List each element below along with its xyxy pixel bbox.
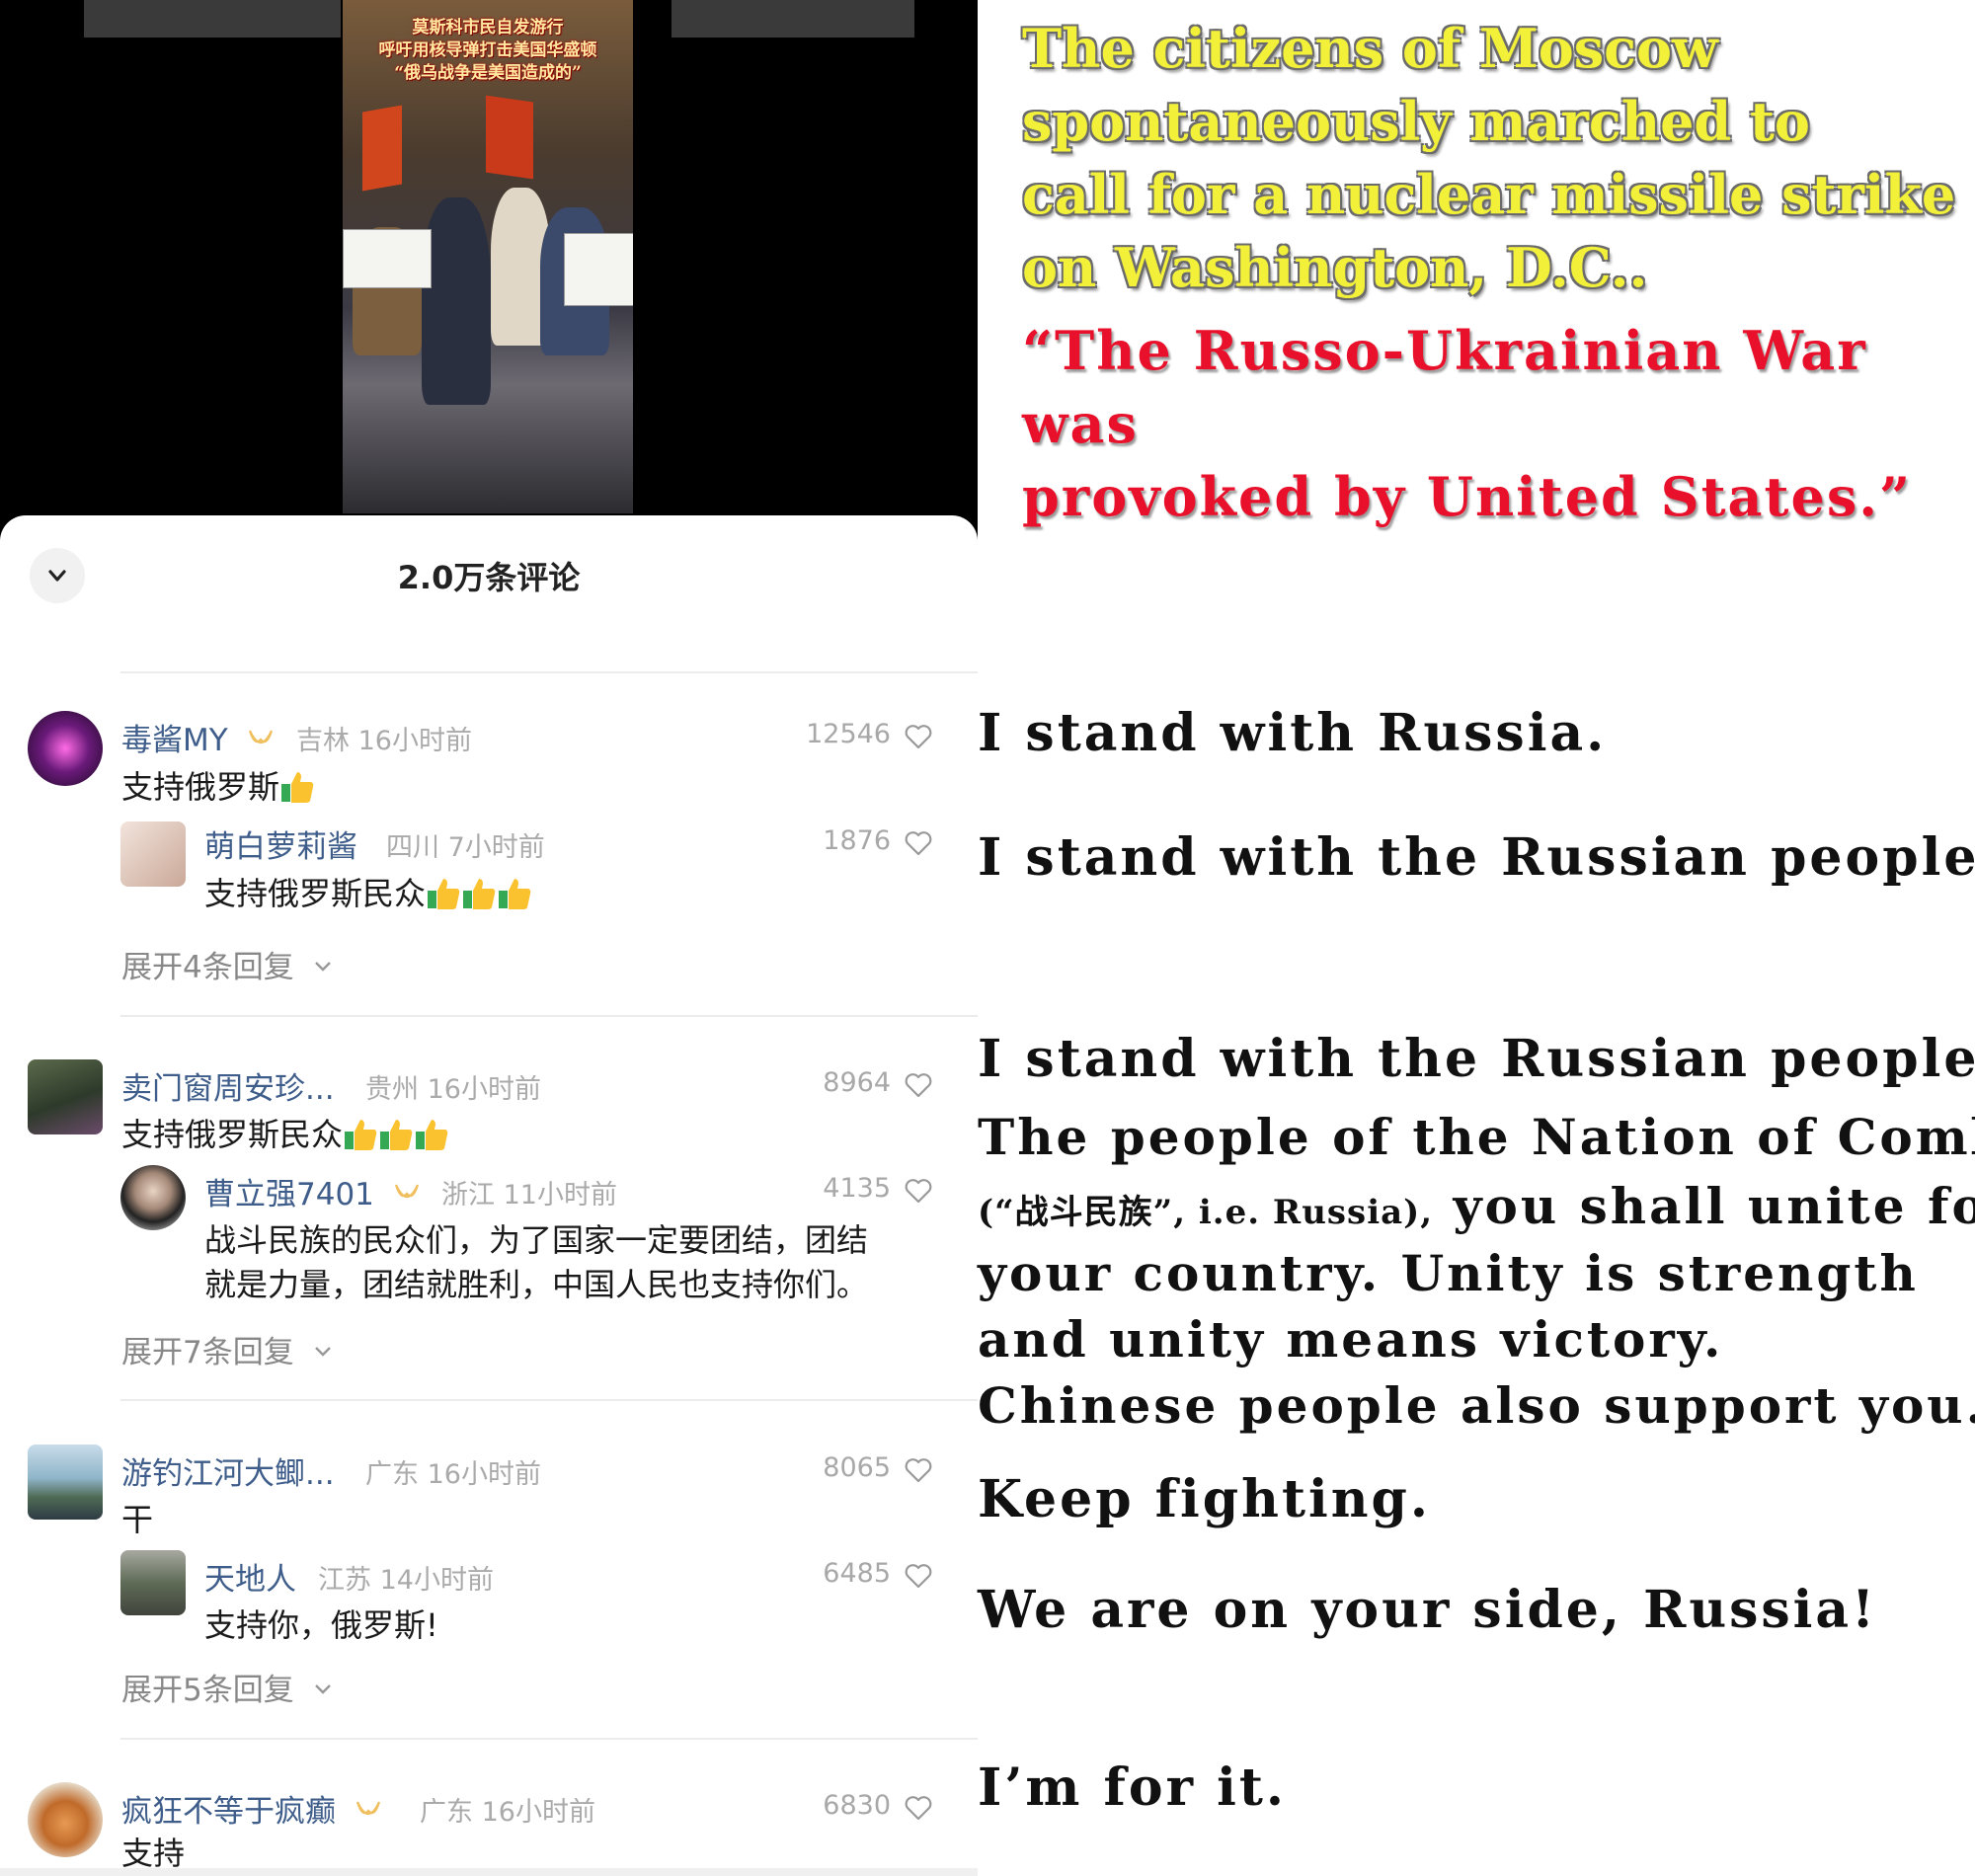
comment-meta: 贵州 16小时前 <box>365 1074 541 1105</box>
like-count: 6830 <box>823 1790 891 1821</box>
chevron-down-icon <box>314 1347 331 1357</box>
translation-reply-2-line: Chinese people also support you. <box>978 1376 1975 1435</box>
translation-reply-2-line: your country. Unity is strength <box>978 1244 1919 1302</box>
reply-meta: 江苏 14小时前 <box>318 1565 494 1596</box>
comment-meta: 吉林 16小时前 <box>296 726 472 756</box>
comment-text: 支持俄罗斯 <box>121 765 315 809</box>
flag-shape <box>362 105 402 192</box>
reply-text-line: 就是力量，团结就胜利，中国人民也支持你们。 <box>204 1266 869 1303</box>
reply-username[interactable]: 天地人 <box>204 1554 296 1599</box>
video-caption-line-3: “俄乌战争是美国造成的” <box>394 63 582 83</box>
avatar[interactable] <box>28 1445 103 1520</box>
like-count: 4135 <box>823 1173 891 1204</box>
reply-username[interactable]: 曹立强7401 <box>204 1169 422 1213</box>
fan-badge-icon <box>248 730 273 744</box>
thumbs-up-icon <box>378 1118 414 1151</box>
translation-reply-2-line: (“战斗民族”, i.e. Russia), you shall unite f… <box>978 1177 1975 1235</box>
divider <box>120 1738 978 1740</box>
fan-badge-icon <box>394 1184 419 1199</box>
like-count: 8964 <box>823 1067 891 1098</box>
comment-meta: 广东 16小时前 <box>365 1459 541 1490</box>
comment-text: 干 <box>121 1501 154 1538</box>
heart-icon[interactable] <box>904 828 933 858</box>
expand-replies-link[interactable]: 展开7条回复 <box>121 1327 336 1371</box>
divider <box>120 671 978 673</box>
thumbs-up-icon <box>414 1118 449 1151</box>
like-count: 1876 <box>823 825 891 856</box>
divider <box>120 1015 978 1017</box>
reply-text-line: 战斗民族的民众们，为了国家一定要团结，团结 <box>204 1221 869 1259</box>
headline-line: on Washington, D.C.. <box>1022 236 1648 299</box>
chevron-down-icon <box>314 962 331 972</box>
video-player[interactable]: 莫斯科市民自发游行 呼吁用核导弹打击美国华盛顿 “俄乌战争是美国造成的” <box>0 0 978 553</box>
headline-line: call for a nuclear missile strike <box>1022 163 1956 226</box>
translation-reply-2-line: The people of the Nation of Combat <box>978 1108 1975 1166</box>
like-count: 12546 <box>806 719 891 749</box>
comment-username[interactable]: 毒酱MY <box>121 715 276 759</box>
reply-avatar[interactable] <box>120 1550 186 1615</box>
heart-icon[interactable] <box>904 1455 933 1485</box>
reply-avatar[interactable] <box>120 1165 186 1230</box>
heart-icon[interactable] <box>904 1561 933 1591</box>
comment-username[interactable]: 疯狂不等于疯癫 <box>121 1786 383 1831</box>
translation-reply-2-line: and unity means victory. <box>978 1310 1724 1368</box>
translation-reply-3: We are on your side, Russia! <box>978 1580 1877 1640</box>
heart-icon[interactable] <box>904 1070 933 1100</box>
translation-comment-4: I’m for it. <box>978 1758 1287 1818</box>
crowd-person <box>422 197 491 405</box>
video-caption-line-1: 莫斯科市民自发游行 <box>412 18 564 38</box>
blurred-header-right <box>672 0 914 38</box>
reply-username[interactable]: 萌白萝莉酱 <box>204 821 357 866</box>
comment-count-title: 2.0万条评论 <box>397 559 581 596</box>
heart-icon[interactable] <box>904 1176 933 1206</box>
translation-comment-1: I stand with Russia. <box>978 703 1608 763</box>
thumbs-up-icon <box>343 1118 378 1151</box>
reply-meta: 浙江 11小时前 <box>441 1180 617 1211</box>
headline-translation: The citizens of Moscow spontaneously mar… <box>1022 12 1960 304</box>
heart-icon[interactable] <box>904 1793 933 1823</box>
headline-line: The citizens of Moscow <box>1022 17 1718 80</box>
translation-comment-2: I stand with the Russian people. <box>978 1029 1975 1089</box>
avatar[interactable] <box>28 1059 103 1134</box>
divider <box>120 1399 978 1401</box>
comment-meta: 广东 16小时前 <box>420 1797 595 1828</box>
thumbs-up-icon <box>426 877 461 910</box>
quote-line: “The Russo-Ukrainian War was <box>1022 319 1867 455</box>
reply-text: 支持俄罗斯民众 <box>204 872 532 915</box>
thumbs-up-icon <box>497 877 532 910</box>
expand-replies-link[interactable]: 展开4条回复 <box>121 942 336 986</box>
video-caption-line-2: 呼吁用核导弹打击美国华盛顿 <box>378 40 597 60</box>
like-count: 8065 <box>823 1452 891 1483</box>
protest-placard <box>343 229 432 288</box>
heart-icon[interactable] <box>904 722 933 751</box>
fan-badge-icon <box>356 1801 380 1816</box>
expand-replies-link[interactable]: 展开5条回复 <box>121 1665 336 1709</box>
thumbs-up-icon <box>461 877 497 910</box>
quote-translation: “The Russo-Ukrainian War was provoked by… <box>1022 314 1960 533</box>
thumbs-up-icon <box>279 770 315 804</box>
avatar[interactable] <box>28 1782 103 1857</box>
translation-reply-1: I stand with the Russian people. <box>978 827 1975 888</box>
bottom-edge-bar <box>0 1868 978 1876</box>
reply-meta: 四川 7小时前 <box>386 832 545 863</box>
quote-line: provoked by United States.” <box>1022 465 1913 528</box>
video-frame: 莫斯科市民自发游行 呼吁用核导弹打击美国华盛顿 “俄乌战争是美国造成的” <box>343 0 633 513</box>
comment-username[interactable]: 卖门窗周安珍... <box>121 1063 335 1108</box>
translation-comment-3: Keep fighting. <box>978 1469 1432 1529</box>
flag-shape <box>486 95 533 180</box>
reply-avatar[interactable] <box>120 821 186 887</box>
reply-text: 支持你，俄罗斯! <box>204 1606 438 1644</box>
chevron-down-icon <box>314 1684 331 1694</box>
blurred-header-left <box>84 0 341 38</box>
like-count: 6485 <box>823 1558 891 1589</box>
avatar[interactable] <box>28 711 103 786</box>
comment-username[interactable]: 游钓江河大鲫... <box>121 1448 335 1493</box>
translation-note: (“战斗民族”, i.e. Russia), <box>978 1193 1434 1232</box>
protest-placard <box>564 233 633 306</box>
comment-text: 支持俄罗斯民众 <box>121 1113 449 1156</box>
headline-line: spontaneously marched to <box>1022 90 1810 153</box>
